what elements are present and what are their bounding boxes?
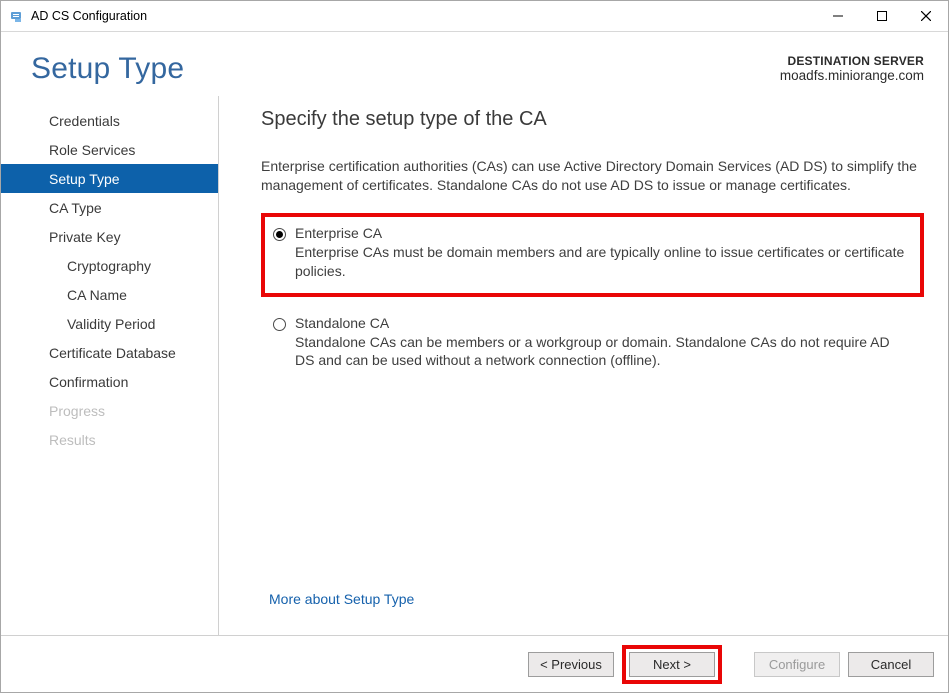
next-button[interactable]: Next > (629, 652, 715, 677)
radio-enterprise-ca[interactable] (273, 228, 287, 242)
configure-button[interactable]: Configure (754, 652, 840, 677)
titlebar: AD CS Configuration (1, 1, 948, 32)
sidebar-item-certificate-database[interactable]: Certificate Database (1, 338, 218, 367)
option-description: Enterprise CAs must be domain members an… (295, 243, 912, 281)
content-heading: Specify the setup type of the CA (261, 108, 924, 131)
wizard-window: AD CS Configuration Setup Type DESTINATI… (0, 0, 949, 693)
option-enterprise-ca[interactable]: Enterprise CA Enterprise CAs must be doma… (261, 213, 924, 297)
content-intro: Enterprise certification authorities (CA… (261, 157, 924, 195)
window-title: AD CS Configuration (31, 9, 147, 23)
option-title: Standalone CA (295, 315, 912, 331)
window-controls (816, 1, 948, 31)
option-standalone-ca[interactable]: Standalone CA Standalone CAs can be membe… (261, 303, 924, 387)
next-button-highlight: Next > (622, 645, 722, 684)
maximize-button[interactable] (860, 1, 904, 30)
sidebar-item-validity-period[interactable]: Validity Period (1, 309, 218, 338)
sidebar-item-setup-type[interactable]: Setup Type (1, 164, 218, 193)
option-title: Enterprise CA (295, 225, 912, 241)
page-title: Setup Type (31, 52, 184, 86)
sidebar-item-ca-type[interactable]: CA Type (1, 193, 218, 222)
destination-block: DESTINATION SERVER moadfs.miniorange.com (780, 52, 924, 83)
app-icon (9, 8, 25, 24)
destination-label: DESTINATION SERVER (780, 54, 924, 68)
destination-server: moadfs.miniorange.com (780, 68, 924, 83)
footer: < Previous Next > Configure Cancel (1, 635, 948, 692)
body: CredentialsRole ServicesSetup TypeCA Typ… (1, 96, 948, 635)
header: Setup Type DESTINATION SERVER moadfs.min… (1, 32, 948, 96)
option-text: Enterprise CA Enterprise CAs must be doma… (295, 225, 912, 281)
radio-standalone-ca[interactable] (273, 318, 287, 332)
sidebar: CredentialsRole ServicesSetup TypeCA Typ… (1, 96, 219, 635)
sidebar-item-private-key[interactable]: Private Key (1, 222, 218, 251)
more-link[interactable]: More about Setup Type (261, 591, 924, 635)
options-container: Enterprise CA Enterprise CAs must be doma… (261, 213, 924, 393)
sidebar-item-credentials[interactable]: Credentials (1, 106, 218, 135)
sidebar-item-confirmation[interactable]: Confirmation (1, 367, 218, 396)
option-text: Standalone CA Standalone CAs can be membe… (295, 315, 912, 371)
sidebar-item-cryptography[interactable]: Cryptography (1, 251, 218, 280)
sidebar-item-role-services[interactable]: Role Services (1, 135, 218, 164)
minimize-button[interactable] (816, 1, 860, 30)
sidebar-item-progress: Progress (1, 396, 218, 425)
cancel-button[interactable]: Cancel (848, 652, 934, 677)
close-button[interactable] (904, 1, 948, 30)
content: Specify the setup type of the CA Enterpr… (219, 96, 924, 635)
sidebar-item-results: Results (1, 425, 218, 454)
previous-button[interactable]: < Previous (528, 652, 614, 677)
option-description: Standalone CAs can be members or a workg… (295, 333, 912, 371)
sidebar-item-ca-name[interactable]: CA Name (1, 280, 218, 309)
